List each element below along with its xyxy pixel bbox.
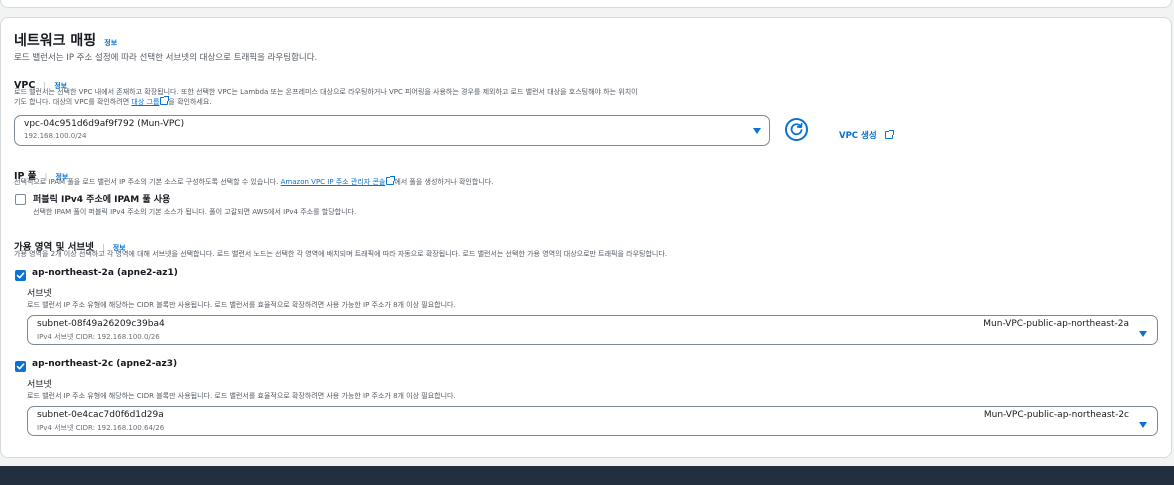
ipam-console-link[interactable]: Amazon VPC IP 주소 관리자 콘솔: [281, 178, 386, 186]
az-name-2a[interactable]: ap-northeast-2a (apne2-az1): [32, 268, 178, 278]
section-description: 로드 밸런서는 IP 주소 설정에 따라 선택한 서브넷의 대상으로 트래픽을 …: [14, 53, 318, 63]
subnet-description-2a: 로드 밸런서 IP 주소 유형에 해당하는 CIDR 블록만 사용됩니다. 로드…: [27, 301, 456, 309]
target-group-link[interactable]: 대상 그룹: [131, 98, 159, 106]
ipam-pool-checkbox-description: 선택한 IPAM 풀이 퍼블릭 IPv4 주소의 기본 소스가 됩니다. 풀이 …: [33, 208, 357, 216]
external-link-icon: [884, 130, 894, 139]
vpc-select[interactable]: vpc-04c951d6d9af9f792 (Mun-VPC) 192.168.…: [14, 115, 770, 146]
az-checkbox-2a[interactable]: [15, 270, 26, 281]
ipam-pool-checkbox[interactable]: [15, 194, 26, 205]
external-link-icon: [160, 96, 170, 105]
az-description: 가용 영역을 2개 이상 선택하고 각 영역에 대해 서브넷을 선택합니다. 로…: [14, 250, 668, 258]
subnet-description-2c: 로드 밸런서 IP 주소 유형에 해당하는 CIDR 블록만 사용됩니다. 로드…: [27, 392, 456, 400]
subnet-name-2c: Mun-VPC-public-ap-northeast-2c: [983, 410, 1129, 420]
az-checkbox-2c[interactable]: [15, 361, 26, 372]
ip-pool-description: 선택적으로 IPAM 풀을 로드 밸런서 IP 주소의 기본 소스로 구성하도록…: [14, 176, 494, 186]
checkmark-icon: [16, 272, 25, 279]
create-vpc-link[interactable]: VPC 생성: [839, 123, 894, 142]
subnet-label-2a: 서브넷: [27, 289, 52, 299]
section-title: 네트워크 매핑: [14, 33, 97, 49]
subnet-select-2c[interactable]: subnet-0e4cac7d0f6d1d29a IPv4 서브넷 CIDR: …: [27, 406, 1158, 436]
chevron-down-icon: [1139, 422, 1147, 428]
vpc-select-value: vpc-04c951d6d9af9f792 (Mun-VPC): [24, 119, 185, 129]
external-link-icon: [386, 176, 396, 185]
create-vpc-label[interactable]: VPC 생성: [839, 131, 877, 141]
section-info-link[interactable]: 정보: [104, 39, 117, 47]
chevron-down-icon: [753, 128, 761, 134]
subnet-id-2a: subnet-08f49a26209c39ba4: [37, 319, 165, 329]
vpc-description-line2: 기도 합니다. 대상의 VPC를 확인하려면 대상 그룹 을 확인하세요.: [14, 96, 212, 106]
az-name-2c[interactable]: ap-northeast-2c (apne2-az3): [32, 359, 177, 369]
vpc-description-line1: 로드 밸런서는 선택한 VPC 내에서 존재하고 확장됩니다. 또한 선택한 V…: [14, 88, 638, 96]
subnet-cidr-2a: IPv4 서브넷 CIDR: 192.168.100.0/26: [37, 333, 160, 341]
chevron-down-icon: [1139, 331, 1147, 337]
subnet-id-2c: subnet-0e4cac7d0f6d1d29a: [37, 410, 164, 420]
subnet-name-2a: Mun-VPC-public-ap-northeast-2a: [983, 319, 1129, 329]
refresh-icon: [790, 122, 803, 136]
checkmark-icon: [16, 363, 25, 370]
vpc-select-cidr: 192.168.100.0/24: [24, 132, 87, 140]
subnet-cidr-2c: IPv4 서브넷 CIDR: 192.168.100.64/26: [37, 424, 165, 432]
previous-section-card: [0, 0, 1172, 8]
network-mapping-panel: 네트워크 매핑 정보 로드 밸런서는 IP 주소 설정에 따라 선택한 서브넷의…: [0, 17, 1172, 458]
refresh-button[interactable]: [785, 118, 808, 141]
ipam-pool-checkbox-label[interactable]: 퍼블릭 IPv4 주소에 IPAM 풀 사용: [33, 192, 170, 205]
subnet-label-2c: 서브넷: [27, 380, 52, 390]
subnet-select-2a[interactable]: subnet-08f49a26209c39ba4 IPv4 서브넷 CIDR: …: [27, 315, 1158, 345]
console-footer-bar: [0, 466, 1174, 485]
section-header: 네트워크 매핑 정보: [14, 30, 117, 50]
